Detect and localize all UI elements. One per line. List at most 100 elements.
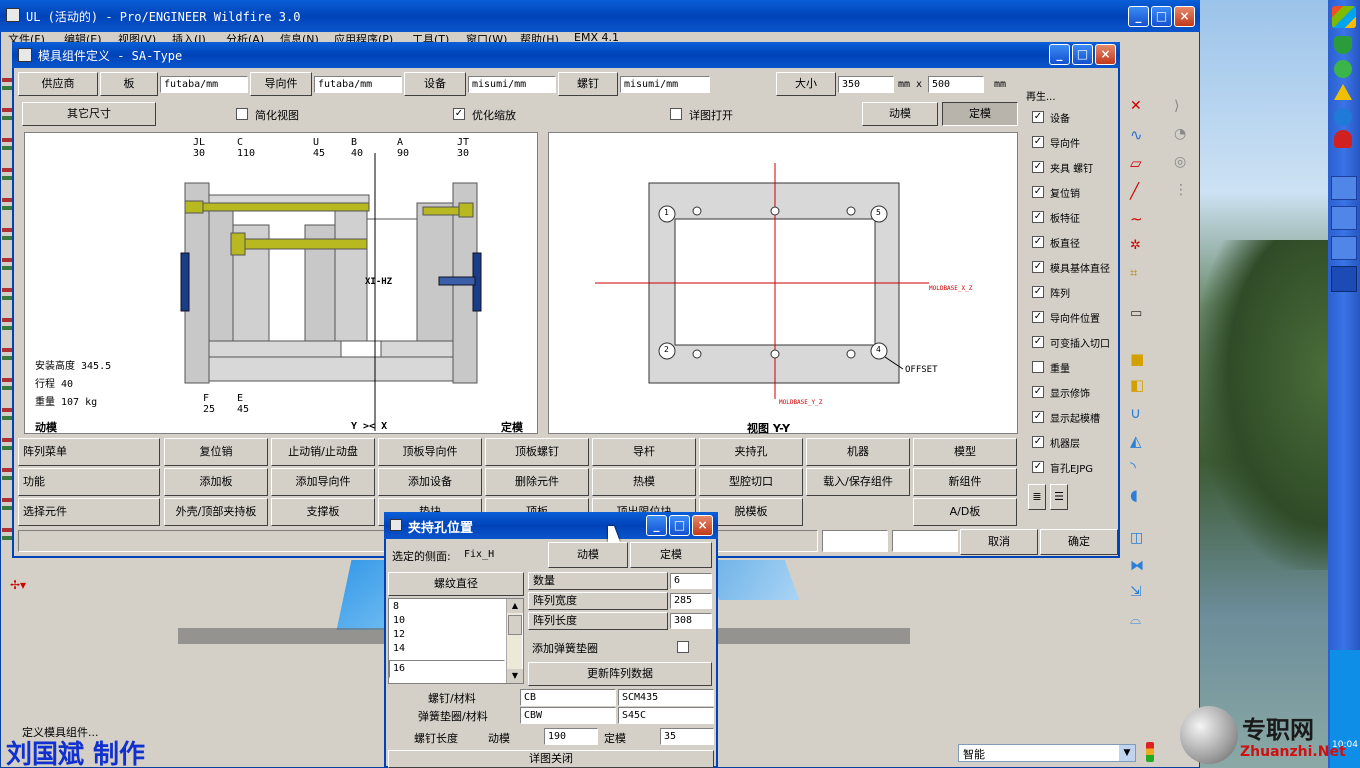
scroll-thumb[interactable] bbox=[508, 615, 522, 635]
regen-checkbox[interactable]: ✓ bbox=[1032, 161, 1044, 173]
chevron-down-icon[interactable]: ▼ bbox=[1119, 745, 1135, 761]
regen-checkbox[interactable]: ✓ bbox=[1032, 211, 1044, 223]
point-icon[interactable]: ✕ bbox=[1130, 98, 1150, 118]
guide-supplier-field[interactable]: futaba/mm bbox=[314, 76, 402, 93]
taskbar-app-2-icon[interactable] bbox=[1331, 206, 1357, 230]
qty-field[interactable]: 6 bbox=[670, 573, 712, 589]
taskbar-app-4-icon[interactable] bbox=[1331, 266, 1357, 292]
pattern-icon[interactable]: ⋮ bbox=[1174, 182, 1194, 202]
update-array-button[interactable]: 更新阵列数据 bbox=[528, 662, 712, 686]
detail-view-button[interactable]: ☰ bbox=[1050, 484, 1068, 510]
menu-file[interactable]: 文件(F) bbox=[8, 32, 45, 42]
menu-info[interactable]: 信息(N) bbox=[280, 32, 319, 42]
ok-button[interactable]: 确定 bbox=[1040, 529, 1118, 555]
new-assembly-button[interactable]: 新组件 bbox=[913, 468, 1017, 496]
scroll-down-icon[interactable]: ▼ bbox=[507, 669, 523, 683]
regen-checkbox[interactable]: ✓ bbox=[1032, 461, 1044, 473]
cancel-button[interactable]: 取消 bbox=[960, 529, 1038, 555]
hot-mold-button[interactable]: 热模 bbox=[592, 468, 696, 496]
other-size-button[interactable]: 其它尺寸 bbox=[22, 102, 156, 126]
hole-icon[interactable]: ◎ bbox=[1174, 154, 1194, 174]
regen-checkbox[interactable]: ✓ bbox=[1032, 286, 1044, 298]
ejector-guide-button[interactable]: 顶板导向件 bbox=[378, 438, 482, 466]
menu-window[interactable]: 窗口(W) bbox=[466, 32, 507, 42]
ejector-screw-button[interactable]: 顶板螺钉 bbox=[485, 438, 589, 466]
shield-icon[interactable] bbox=[1334, 36, 1352, 54]
regen-checkbox[interactable]: ✓ bbox=[1032, 311, 1044, 323]
stop-pin-button[interactable]: 止动销/止动盘 bbox=[271, 438, 375, 466]
dialog-minimize-button[interactable]: _ bbox=[1049, 44, 1070, 65]
start-flag-icon[interactable] bbox=[1332, 6, 1356, 28]
mirror-icon[interactable]: ⧓ bbox=[1130, 558, 1150, 578]
washer-material-field[interactable]: S45C bbox=[618, 707, 714, 724]
menu-insert[interactable]: 插入(I) bbox=[172, 32, 206, 42]
dialog-maximize-button[interactable]: □ bbox=[1072, 44, 1093, 65]
move-icon[interactable]: ⇲ bbox=[1130, 584, 1150, 604]
equipment-supplier-field[interactable]: misumi/mm bbox=[468, 76, 556, 93]
ad-plate-button[interactable]: A/D板 bbox=[913, 498, 1017, 526]
proe-close-button[interactable]: × bbox=[1174, 6, 1195, 27]
diameter-list-item[interactable]: 14 bbox=[393, 643, 405, 654]
refresh-icon[interactable] bbox=[1334, 60, 1352, 78]
proe-maximize-button[interactable]: □ bbox=[1151, 6, 1172, 27]
revolve-icon[interactable]: ◧ bbox=[1130, 376, 1150, 396]
regen-checkbox[interactable]: ✓ bbox=[1032, 136, 1044, 148]
moving-half-button[interactable]: 动模 bbox=[862, 102, 938, 126]
fixed-half-button[interactable]: 定模 bbox=[942, 102, 1018, 126]
simplify-view-checkbox[interactable] bbox=[236, 108, 248, 120]
sketch-curve-icon[interactable]: ∿ bbox=[1130, 126, 1150, 146]
extra-field-2[interactable] bbox=[892, 530, 958, 552]
size-y-field[interactable]: 500 bbox=[928, 76, 984, 93]
plate-supplier-field[interactable]: futaba/mm bbox=[160, 76, 248, 93]
array-length-field[interactable]: 308 bbox=[670, 613, 712, 629]
sweep-icon[interactable]: ∪ bbox=[1130, 404, 1150, 424]
clamp-hole-button[interactable]: 夹持孔 bbox=[699, 438, 803, 466]
screw-material-field[interactable]: SCM435 bbox=[618, 689, 714, 706]
warning-icon[interactable] bbox=[1334, 84, 1352, 100]
screw-length-moving-field[interactable]: 190 bbox=[544, 728, 598, 745]
regen-checkbox[interactable]: ✓ bbox=[1032, 336, 1044, 348]
guide-rod-button[interactable]: 导杆 bbox=[592, 438, 696, 466]
extra-field-1[interactable] bbox=[822, 530, 888, 552]
rib-icon[interactable]: ◝ bbox=[1130, 458, 1150, 478]
row-label-pattern-menu[interactable]: 阵列菜单 bbox=[18, 438, 160, 466]
load-save-assembly-button[interactable]: 载入/保存组件 bbox=[806, 468, 910, 496]
thread-diameter-button[interactable]: 螺纹直径 bbox=[388, 572, 524, 596]
surface-icon[interactable]: ⌓ bbox=[1130, 612, 1150, 632]
detail-close-button[interactable]: 详图关闭 bbox=[388, 750, 714, 768]
shell-icon[interactable]: ◖ bbox=[1130, 486, 1150, 506]
clamp-moving-button[interactable]: 动模 bbox=[548, 542, 628, 568]
csys-icon[interactable]: ⌗ bbox=[1130, 266, 1150, 286]
extrude-icon[interactable]: ■ bbox=[1130, 350, 1150, 370]
left-small-tool-icon[interactable]: ✢▾ bbox=[10, 578, 30, 592]
plan-view-panel[interactable]: 1 5 2 4 OFFSET MOLDBASE_X_Z MOLDBASE_Y_Z… bbox=[548, 132, 1018, 435]
screw-button[interactable]: 螺钉 bbox=[558, 72, 618, 96]
regen-checkbox[interactable]: ✓ bbox=[1032, 111, 1044, 123]
guide-button[interactable]: 导向件 bbox=[250, 72, 312, 96]
menu-help[interactable]: 帮助(H) bbox=[520, 32, 559, 42]
optimize-zoom-checkbox[interactable]: ✓ bbox=[453, 108, 465, 120]
clamp-fixed-button[interactable]: 定模 bbox=[630, 542, 712, 568]
size-button[interactable]: 大小 bbox=[776, 72, 836, 96]
delete-component-button[interactable]: 删除元件 bbox=[485, 468, 589, 496]
cavity-cut-button[interactable]: 型腔切口 bbox=[699, 468, 803, 496]
clamp-maximize-button[interactable]: □ bbox=[669, 515, 690, 536]
row-label-select-component[interactable]: 选择元件 bbox=[18, 498, 160, 526]
regen-checkbox[interactable]: ✓ bbox=[1032, 411, 1044, 423]
washer-code-field[interactable]: CBW bbox=[520, 707, 616, 724]
round-icon[interactable]: ◔ bbox=[1174, 126, 1194, 146]
filter-select[interactable]: 智能 ▼ bbox=[958, 744, 1136, 762]
datum-point-icon[interactable]: ✲ bbox=[1130, 238, 1150, 258]
clamp-minimize-button[interactable]: _ bbox=[646, 515, 667, 536]
diameter-selected-field[interactable]: 16 bbox=[389, 660, 505, 678]
proe-minimize-button[interactable]: _ bbox=[1128, 6, 1149, 27]
globe-icon[interactable] bbox=[1334, 108, 1352, 126]
diameter-list-item[interactable]: 8 bbox=[393, 601, 399, 612]
menu-tools[interactable]: 工具(T) bbox=[412, 32, 449, 42]
screw-code-field[interactable]: CB bbox=[520, 689, 616, 706]
model-button[interactable]: 模型 bbox=[913, 438, 1017, 466]
return-pin-button[interactable]: 复位销 bbox=[164, 438, 268, 466]
plane-icon[interactable]: ▱ bbox=[1130, 154, 1150, 174]
regen-checkbox[interactable]: ✓ bbox=[1032, 236, 1044, 248]
screw-supplier-field[interactable]: misumi/mm bbox=[620, 76, 710, 93]
